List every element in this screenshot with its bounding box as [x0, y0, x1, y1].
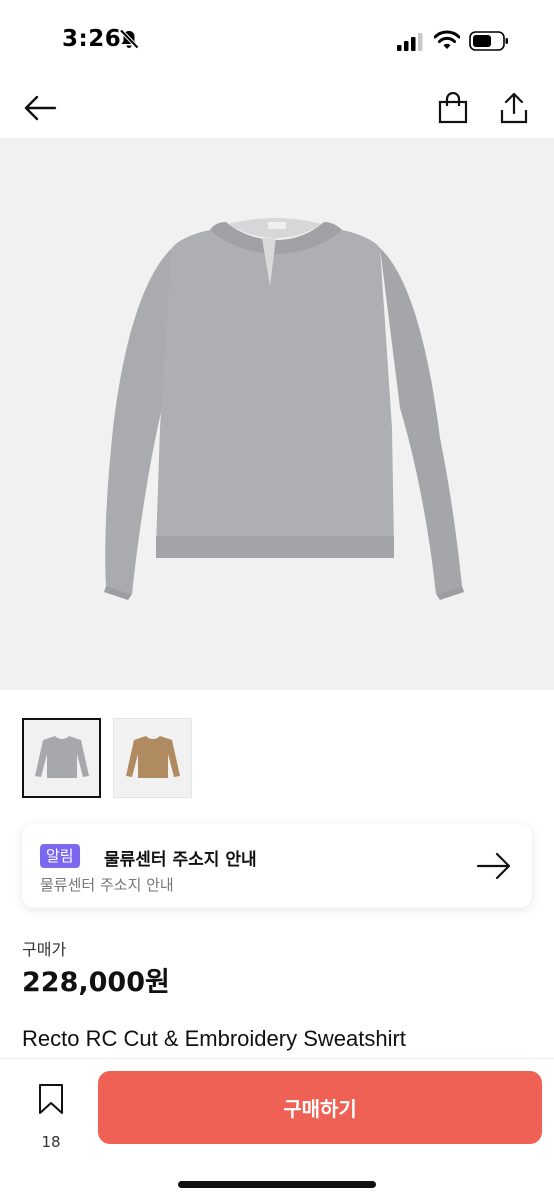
- home-indicator[interactable]: [178, 1181, 376, 1188]
- notice-title: 물류센터 주소지 안내: [104, 850, 257, 870]
- nav-bar: [0, 80, 554, 138]
- bell-slash-icon: [119, 29, 139, 49]
- price-value: 228,000원: [22, 967, 170, 998]
- back-button[interactable]: [20, 90, 60, 126]
- notice-card[interactable]: 알림 물류센터 주소지 안내 물류센터 주소지 안내: [22, 824, 532, 908]
- buy-button[interactable]: 구매하기: [98, 1071, 542, 1144]
- brown-sweatshirt-thumbnail: [125, 736, 180, 778]
- arrow-right-icon: [476, 852, 511, 880]
- product-image[interactable]: [0, 138, 554, 690]
- notice-badge: 알림: [40, 844, 80, 868]
- share-icon: [500, 92, 528, 124]
- sweatshirt-image: [104, 218, 464, 600]
- share-button[interactable]: [494, 88, 534, 128]
- bookmark-icon: [39, 1084, 63, 1114]
- product-name: Recto RC Cut & Embroidery Sweatshirt: [22, 1026, 406, 1051]
- status-time: 3:26: [62, 26, 122, 52]
- price-label: 구매가: [22, 940, 67, 959]
- wishlist-count: 18: [41, 1133, 61, 1151]
- wifi-icon: [434, 30, 460, 49]
- shop-button[interactable]: [434, 88, 472, 128]
- bottom-bar: 18 구매하기: [0, 1058, 554, 1200]
- shopping-bag-icon: [438, 92, 468, 124]
- thumbnail-brown[interactable]: [113, 718, 192, 798]
- notice-arrow-button[interactable]: [474, 850, 514, 882]
- grey-sweatshirt-thumbnail: [34, 736, 89, 778]
- notice-subtitle: 물류센터 주소지 안내: [40, 876, 174, 894]
- thumbnail-grey[interactable]: [22, 718, 101, 798]
- battery-icon: [469, 31, 508, 51]
- arrow-left-icon: [24, 95, 57, 121]
- cellular-signal-icon: [397, 33, 423, 51]
- status-bar: 3:26: [0, 0, 554, 80]
- wishlist-button[interactable]: 18: [24, 1079, 78, 1151]
- thumbnail-list: [22, 718, 192, 798]
